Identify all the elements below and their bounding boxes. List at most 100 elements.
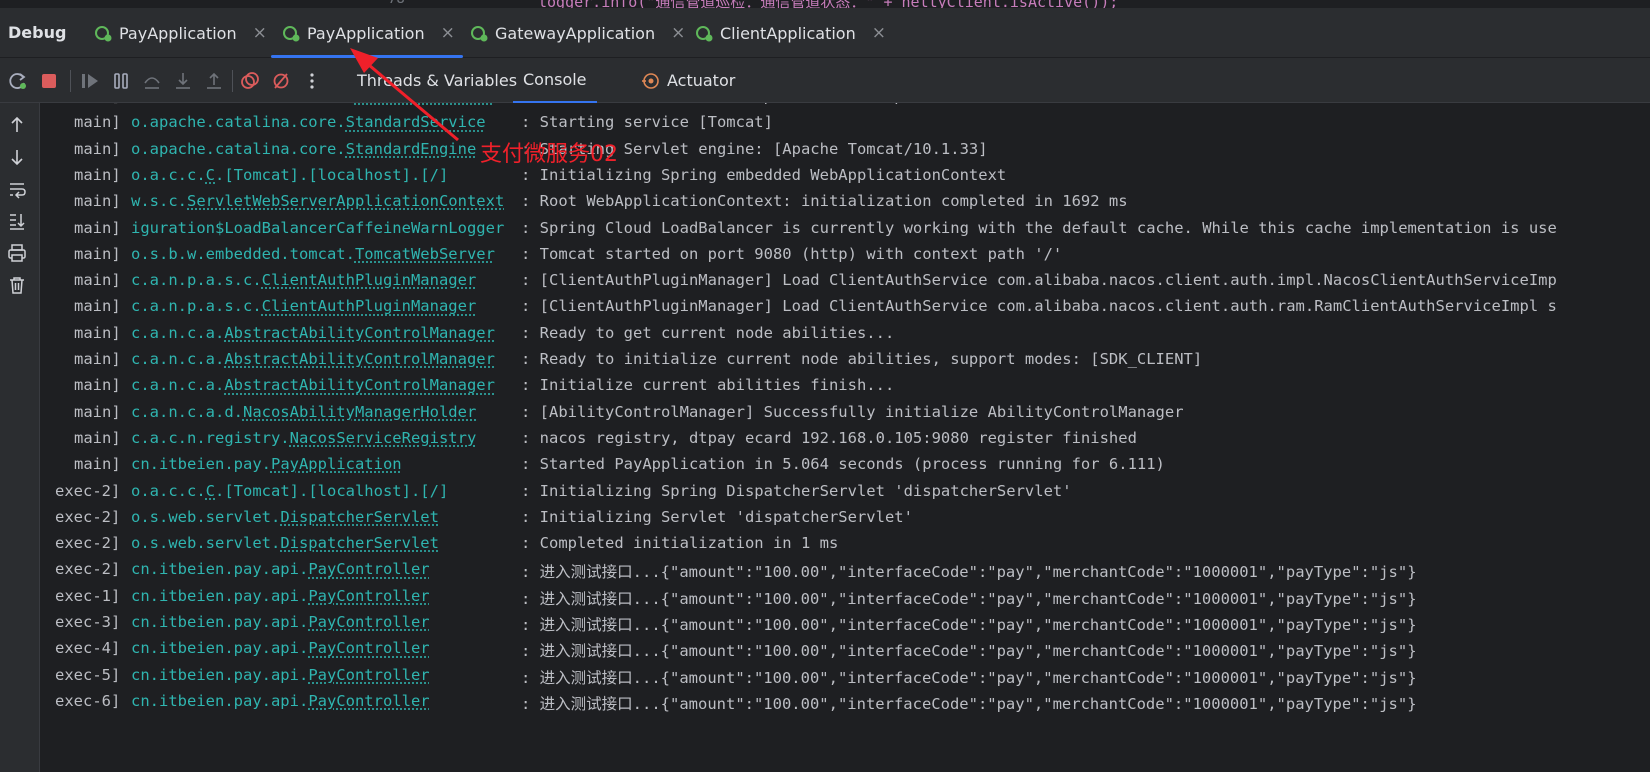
subtab-label: Console [523,70,587,89]
thread-name: exec-2] [55,481,121,500]
logger-class-link[interactable]: DispatcherServlet [280,508,439,526]
thread-name: exec-2] [55,534,121,553]
scroll-down-icon[interactable] [7,147,27,167]
log-message: : Initialize current abilities finish... [521,376,895,395]
logger-package: cn.itbeien.pay.api. [131,665,309,684]
logger-name: cn.itbeien.pay.api.PayController [131,613,430,631]
logger-suffix: .[Tomcat].[localhost].[/] [215,165,449,184]
close-icon[interactable]: × [872,23,886,43]
pause-icon[interactable] [111,71,131,91]
thread-name: exec-4] [55,639,121,658]
more-options-icon[interactable] [302,71,322,91]
logger-class-link[interactable]: PayController [308,666,429,684]
spring-run-icon [283,26,300,42]
tab-console[interactable]: Console [513,58,597,103]
log-message: : Completed initialization in 1 ms [521,534,839,553]
logger-name: c.a.n.c.a.AbstractAbilityControlManager [131,350,495,368]
tab-label: PayApplication [119,23,237,43]
logger-class-link[interactable]: C [206,482,215,500]
logger-class-link[interactable]: PayController [308,560,429,578]
log-message: : Spring Cloud LoadBalancer is currently… [521,218,1557,237]
logger-package: o.a.c.c. [131,481,206,500]
logger-package: o.apache.catalina.core. [131,113,346,132]
log-message: : Tomcat started on port 9080 (http) wit… [521,244,1063,263]
logger-package: c.a.n.c.a. [131,350,225,368]
scroll-to-end-icon[interactable] [7,211,27,231]
editor-code-line: logger.info("通信管道巡检：通信管道状态：" + nettyClie… [538,0,1118,8]
log-message: : Ready to initialize current node abili… [521,350,1203,368]
stop-icon[interactable] [39,71,59,91]
spring-run-icon [696,26,713,42]
logger-class-link[interactable]: PayController [308,692,429,710]
rerun-icon[interactable] [8,71,28,91]
logger-name: o.apache.catalina.core.StandardService [131,113,486,131]
logger-class-link[interactable]: TomcatWebServer [355,245,495,263]
logger-class-link[interactable]: AbstractAbilityControlManager [224,350,495,368]
print-icon[interactable] [7,243,27,263]
logger-name: c.a.n.c.a.AbstractAbilityControlManager [131,324,495,342]
close-icon[interactable]: × [671,23,685,43]
logger-class-link[interactable]: ServletWebServerApplicationContext [187,192,504,210]
mute-breakpoints-icon[interactable] [271,71,291,91]
line-number: 78 [388,0,405,7]
tab-pay-application-2[interactable]: PayApplication × [271,8,463,58]
thread-name: main] [74,402,121,421]
close-icon[interactable]: × [441,23,455,43]
thread-name: main] [74,218,121,237]
log-message: : [ClientAuthPluginManager] Load ClientA… [521,271,1557,290]
logger-class-link[interactable]: ClientAuthPluginManager [262,297,477,315]
debug-tab-bar: Debug PayApplication × PayApplication × … [0,8,1650,58]
logger-class-link[interactable]: DispatcherServlet [280,534,439,552]
log-message: : Ready to get current node abilities... [521,323,895,342]
view-breakpoints-icon[interactable] [240,71,260,91]
logger-package: iguration$LoadBalancerCaffeineWarnLogger [131,218,505,237]
tab-pay-application-1[interactable]: PayApplication × [93,8,267,58]
clear-all-icon[interactable] [7,275,27,295]
logger-package: o.s.b.w.embedded.tomcat. [131,244,355,263]
logger-class-link[interactable]: StandardEngine [346,140,477,158]
logger-class-link[interactable]: TomcatWebServer [355,103,495,105]
logger-class-link[interactable]: PayController [308,613,429,631]
logger-class-link[interactable]: ClientAuthPluginManager [262,271,477,289]
logger-name: c.a.n.p.a.s.c.ClientAuthPluginManager [131,271,476,289]
logger-package: cn.itbeien.pay.api. [131,613,309,631]
resume-icon[interactable] [80,71,100,91]
log-message: : nacos registry, dtpay ecard 192.168.0.… [521,428,1137,447]
logger-package: c.a.n.c.a. [131,323,225,342]
console-output[interactable]: main]o.s.b.w.embedded.tomcat.TomcatWebSe… [40,103,1650,772]
logger-class-link[interactable]: PayController [308,587,429,605]
log-message: : Root WebApplicationContext: initializa… [521,192,1128,211]
logger-package: c.a.n.p.a.s.c. [131,297,262,316]
thread-name: main] [74,297,121,316]
logger-package: c.a.n.p.a.s.c. [131,271,262,290]
thread-name: main] [74,113,121,132]
logger-name: cn.itbeien.pay.api.PayController [131,587,430,605]
step-over-icon[interactable] [142,71,162,91]
toolbar-separator [70,70,71,92]
logger-class-link[interactable]: PayController [308,639,429,657]
logger-class-link[interactable]: StandardService [346,113,486,131]
logger-class-link[interactable]: AbstractAbilityControlManager [224,376,495,394]
soft-wrap-icon[interactable] [7,179,27,199]
step-into-icon[interactable] [173,71,193,91]
logger-class-link[interactable]: NacosAbilityManagerHolder [243,403,476,421]
logger-name: c.a.n.c.a.d.NacosAbilityManagerHolder [131,403,476,421]
logger-name: o.s.web.servlet.DispatcherServlet [131,508,439,526]
tab-client-application[interactable]: ClientApplication × [694,8,886,58]
tab-gateway-application[interactable]: GatewayApplication × [469,8,685,58]
thread-name: main] [74,165,121,184]
thread-name: main] [74,139,121,158]
logger-class-link[interactable]: C [206,166,215,184]
logger-package: cn.itbeien.pay.api. [131,691,309,710]
logger-class-link[interactable]: PayApplication [271,455,402,473]
logger-class-link[interactable]: NacosServiceRegistry [290,429,477,447]
close-icon[interactable]: × [253,23,267,43]
logger-class-link[interactable]: AbstractAbilityControlManager [224,324,495,342]
step-out-icon[interactable] [204,71,224,91]
scroll-up-icon[interactable] [7,115,27,135]
thread-name: exec-1] [55,586,121,605]
tab-threads-variables[interactable]: Threads & Variables [357,58,517,103]
tab-actuator[interactable]: Actuator [641,58,735,103]
thread-name: exec-6] [55,691,121,710]
logger-name: o.s.b.w.embedded.tomcat.TomcatWebServer [131,103,495,105]
